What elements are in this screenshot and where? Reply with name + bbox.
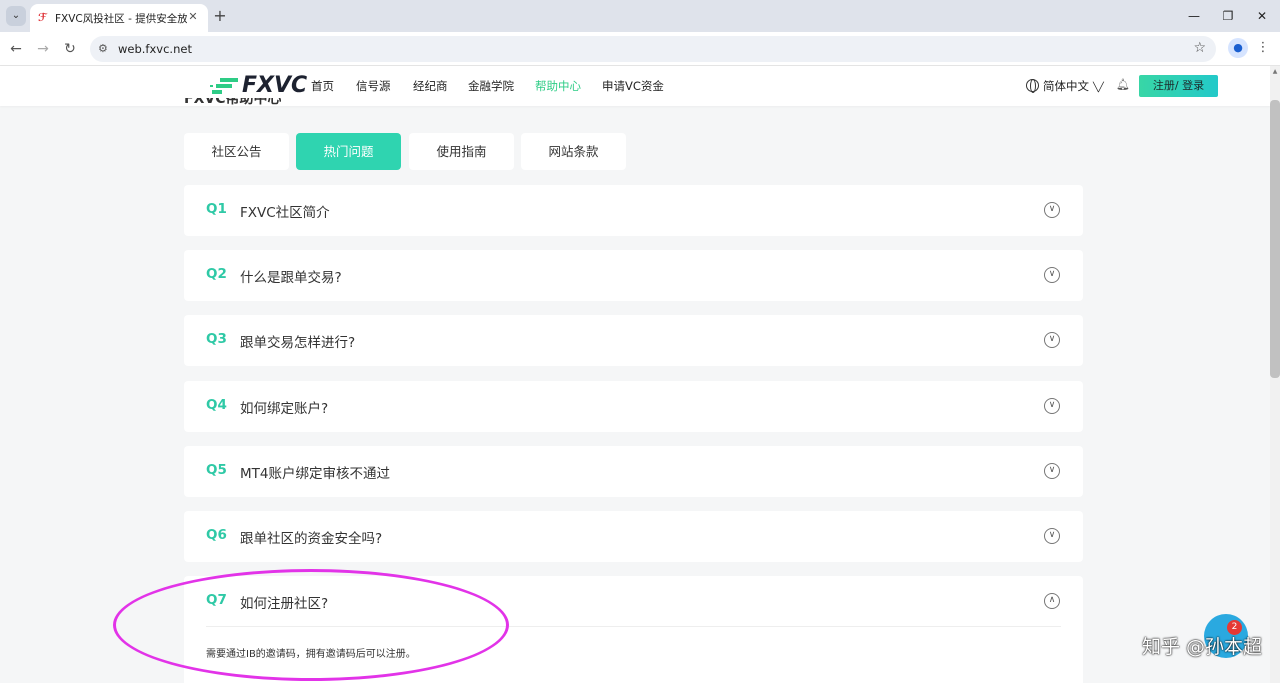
language-label: 简体中文	[1043, 79, 1089, 93]
back-arrow-icon[interactable]: ←	[6, 39, 26, 59]
address-bar-row: ← → ↻ ⚙ web.fxvc.net ☆ ● ⋮	[0, 32, 1280, 66]
faq-question: FXVC社区简介	[240, 205, 330, 221]
expand-chevron-icon[interactable]: ∨	[1044, 398, 1060, 414]
faq-number: Q3	[206, 331, 227, 347]
faq-question: 跟单交易怎样进行?	[240, 335, 356, 351]
bookmark-star-icon[interactable]: ☆	[1193, 40, 1206, 56]
minimize-icon[interactable]: —	[1184, 6, 1204, 26]
close-window-icon[interactable]: ✕	[1252, 6, 1272, 26]
register-login-button[interactable]: 注册/ 登录	[1139, 75, 1218, 97]
faq-number: Q2	[206, 266, 227, 282]
tab-user-guide[interactable]: 使用指南	[409, 133, 514, 170]
scrollbar-thumb[interactable]	[1270, 100, 1280, 378]
site-favicon-icon: ℱ	[38, 11, 47, 24]
faq-number: Q7	[206, 592, 227, 608]
faq-number: Q5	[206, 462, 227, 478]
faq-item-q2[interactable]: Q2 什么是跟单交易? ∨	[184, 250, 1083, 301]
expand-chevron-icon[interactable]: ∨	[1044, 463, 1060, 479]
profile-avatar-icon[interactable]: ●	[1228, 38, 1248, 58]
faq-item-q7[interactable]: Q7 如何注册社区? ∧ 需要通过IB的邀请码，拥有邀请码后可以注册。	[184, 576, 1083, 683]
faq-question: MT4账户绑定审核不通过	[240, 466, 390, 482]
faq-item-q3[interactable]: Q3 跟单交易怎样进行? ∨	[184, 315, 1083, 366]
nav-apply-vc[interactable]: 申请VC资金	[602, 78, 664, 94]
faq-item-q1[interactable]: Q1 FXVC社区简介 ∨	[184, 185, 1083, 236]
expand-chevron-icon[interactable]: ∨	[1044, 332, 1060, 348]
reload-icon[interactable]: ↻	[60, 39, 80, 59]
faq-number: Q4	[206, 397, 227, 413]
zhihu-watermark: 知乎 @孙本超	[1142, 636, 1263, 658]
chevron-down-icon: ╲╱	[1093, 83, 1104, 93]
site-info-icon[interactable]: ⚙	[98, 42, 108, 55]
bell-icon[interactable]: 🔔︎	[1116, 78, 1130, 91]
expand-chevron-icon[interactable]: ∨	[1044, 202, 1060, 218]
expand-chevron-icon[interactable]: ∨	[1044, 267, 1060, 283]
faq-number: Q6	[206, 527, 227, 543]
restore-icon[interactable]: ❐	[1218, 6, 1238, 26]
nav-home[interactable]: 首页	[311, 78, 334, 94]
faq-item-q4[interactable]: Q4 如何绑定账户? ∨	[184, 381, 1083, 432]
close-tab-icon[interactable]: ✕	[186, 10, 200, 24]
tab-title: FXVC风投社区 - 提供安全放心的	[55, 13, 187, 25]
browser-menu-icon[interactable]: ⋮	[1256, 38, 1270, 58]
nav-help-center[interactable]: 帮助中心	[535, 78, 581, 94]
forward-arrow-icon[interactable]: →	[33, 39, 53, 59]
faq-question: 什么是跟单交易?	[240, 270, 342, 286]
faq-question: 跟单社区的资金安全吗?	[240, 531, 383, 547]
nav-academy[interactable]: 金融学院	[468, 78, 514, 94]
tab-list-chevron-icon[interactable]: ⌄	[6, 6, 26, 26]
logo-text: FXVC	[242, 73, 308, 98]
faq-answer: 需要通过IB的邀请码，拥有邀请码后可以注册。	[206, 649, 416, 660]
browser-tab[interactable]: ℱ FXVC风投社区 - 提供安全放心的 ✕	[30, 4, 208, 32]
tab-hot-questions[interactable]: 热门问题	[296, 133, 401, 170]
new-tab-plus-icon[interactable]: +	[212, 6, 228, 26]
browser-tab-bar: ⌄ ℱ FXVC风投社区 - 提供安全放心的 ✕ + — ❐ ✕	[0, 0, 1280, 32]
tab-announcements[interactable]: 社区公告	[184, 133, 289, 170]
url-input[interactable]: ⚙ web.fxvc.net ☆	[90, 36, 1216, 62]
nav-brokers[interactable]: 经纪商	[413, 78, 448, 94]
language-selector[interactable]: 简体中文 ╲╱	[1026, 78, 1104, 94]
url-text[interactable]: web.fxvc.net	[118, 42, 192, 56]
expand-chevron-icon[interactable]: ∨	[1044, 528, 1060, 544]
faq-item-q5[interactable]: Q5 MT4账户绑定审核不通过 ∨	[184, 446, 1083, 497]
logo-mark-icon	[210, 78, 238, 94]
faq-question: 如何注册社区?	[240, 596, 329, 612]
scroll-up-arrow-icon[interactable]: ▲	[1270, 68, 1280, 75]
divider	[206, 626, 1061, 627]
collapse-chevron-icon[interactable]: ∧	[1044, 593, 1060, 609]
globe-icon	[1026, 79, 1039, 93]
faq-item-q6[interactable]: Q6 跟单社区的资金安全吗? ∨	[184, 511, 1083, 562]
page-title: FXVC帮助中心	[184, 98, 282, 107]
faq-number: Q1	[206, 201, 227, 217]
nav-signals[interactable]: 信号源	[356, 78, 391, 94]
tab-site-terms[interactable]: 网站条款	[521, 133, 626, 170]
faq-question: 如何绑定账户?	[240, 401, 329, 417]
